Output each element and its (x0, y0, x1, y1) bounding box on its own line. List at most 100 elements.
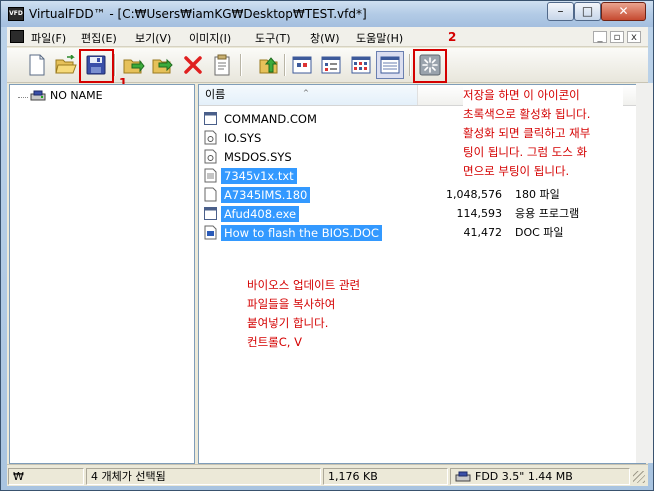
details-view-icon (380, 56, 400, 74)
note-line: 파일들을 복사하여 (247, 297, 336, 311)
floppy-drive-icon (455, 471, 471, 482)
properties-icon (214, 54, 230, 76)
up-folder-icon (259, 57, 278, 74)
system-file-icon (204, 149, 217, 164)
column-header-name[interactable]: ^ 이름 (199, 85, 418, 105)
files-instruction-note: 바이오스 업데이트 관련 파일들을 복사하여 붙여넣기 합니다. 컨트롤C, V (247, 276, 360, 352)
note-line: 바이오스 업데이트 관련 (247, 278, 361, 292)
file-row[interactable]: A7345IMS.180 1,048,576 180 파일 (202, 185, 642, 204)
note-line: 초록색으로 활성화 됩니다. (463, 107, 591, 121)
toolbar-separator (284, 54, 286, 76)
column-header-name-label: 이름 (205, 88, 226, 101)
mdi-minimize-button[interactable]: _ (593, 31, 607, 43)
exe-file-icon (204, 111, 217, 126)
status-currency: ₩ (8, 468, 84, 485)
file-name: Afud408.exe (221, 206, 300, 222)
menu-tools[interactable]: 도구(T) (255, 30, 291, 46)
delete-button[interactable] (179, 51, 207, 79)
note-line: 면으로 부팅이 됩니다. (463, 164, 570, 178)
up-folder-button[interactable] (256, 51, 284, 79)
new-button[interactable] (23, 51, 51, 79)
note-line: 활성화 되면 클릭하고 재부 (463, 126, 591, 140)
document-icon[interactable] (10, 30, 24, 43)
exe-file-icon (204, 206, 217, 221)
new-file-icon (29, 54, 45, 76)
status-drive: FDD 3.5" 1.44 MB (450, 468, 630, 485)
file-name: IO.SYS (224, 131, 262, 145)
file-type: 180 파일 (515, 188, 560, 201)
export-button[interactable] (149, 51, 177, 79)
folder-tree[interactable]: NO NAME (9, 84, 195, 464)
system-file-icon (204, 130, 217, 145)
import-icon (123, 59, 145, 74)
maximize-button[interactable]: □ (574, 2, 601, 21)
note-line: 컨트롤C, V (247, 335, 302, 349)
toolbar-separator (114, 54, 116, 76)
small-icons-view-button[interactable] (317, 51, 345, 79)
menu-help[interactable]: 도움말(H) (356, 30, 403, 46)
boot-highlight-box (413, 49, 447, 83)
open-folder-icon (55, 55, 77, 74)
open-button[interactable] (52, 51, 80, 79)
callout-number-2: 2 (448, 30, 457, 44)
file-name: COMMAND.COM (224, 112, 317, 126)
toolbar-separator (240, 54, 242, 76)
minimize-button[interactable]: – (547, 2, 574, 21)
tree-root-label: NO NAME (50, 88, 103, 102)
properties-button[interactable] (208, 51, 236, 79)
doc-file-icon (204, 225, 217, 240)
menu-edit[interactable]: 편집(E) (81, 30, 117, 46)
window-title: VirtualFDD™ - [C:₩Users₩iamKG₩Desktop₩TE… (29, 7, 367, 21)
floppy-drive-icon (30, 90, 46, 101)
file-size: 114,593 (456, 207, 503, 220)
resize-grip[interactable] (633, 471, 645, 483)
file-name: A7345IMS.180 (221, 187, 311, 203)
status-drive-label: FDD 3.5" 1.44 MB (475, 470, 573, 483)
sort-ascending-icon: ^ (303, 89, 309, 97)
file-name: How to flash the BIOS.DOC (221, 225, 382, 241)
close-button[interactable]: ✕ (601, 2, 646, 21)
generic-file-icon (204, 187, 217, 202)
large-icons-view-icon (292, 56, 312, 74)
export-icon (152, 58, 173, 74)
file-name: MSDOS.SYS (224, 150, 292, 164)
import-button[interactable] (120, 51, 148, 79)
menu-window[interactable]: 창(W) (310, 30, 340, 46)
menu-file[interactable]: 파일(F) (31, 30, 66, 46)
details-view-button[interactable] (376, 51, 404, 79)
file-type: DOC 파일 (515, 226, 564, 239)
tree-connector (18, 97, 28, 98)
note-line: 붙여넣기 합니다. (247, 316, 329, 330)
toolbar-separator (409, 54, 411, 76)
title-bar[interactable]: VFD VirtualFDD™ - [C:₩Users₩iamKG₩Deskto… (1, 1, 653, 27)
note-line: 저장을 하면 이 아이콘이 (463, 88, 580, 102)
menu-view[interactable]: 보기(V) (135, 30, 171, 46)
mdi-restore-button[interactable]: ▫ (610, 31, 624, 43)
save-highlight-box (79, 49, 114, 83)
file-size: 1,048,576 (446, 188, 502, 201)
status-size: 1,176 KB (323, 468, 448, 485)
status-bar: ₩ 4 개체가 선택됨 1,176 KB FDD 3.5" 1.44 MB (7, 464, 648, 486)
list-view-icon (351, 56, 371, 74)
large-icons-view-button[interactable] (288, 51, 316, 79)
app-icon[interactable]: VFD (8, 7, 24, 21)
app-window: VFD VirtualFDD™ - [C:₩Users₩iamKG₩Deskto… (0, 0, 654, 491)
delete-icon (184, 56, 202, 74)
client-area: 파일(F) 편집(E) 보기(V) 이미지(I) 도구(T) 창(W) 도움말(… (7, 27, 653, 486)
file-type: 응용 프로그램 (515, 207, 580, 220)
tree-root-node[interactable]: NO NAME (30, 88, 103, 102)
file-row[interactable]: Afud408.exe 114,593 응용 프로그램 (202, 204, 642, 223)
menu-image[interactable]: 이미지(I) (189, 30, 231, 46)
vertical-scrollbar[interactable] (636, 83, 653, 463)
status-selection: 4 개체가 선택됨 (86, 468, 321, 485)
text-file-icon (204, 168, 217, 183)
menu-bar: 파일(F) 편집(E) 보기(V) 이미지(I) 도구(T) 창(W) 도움말(… (7, 27, 648, 47)
file-row[interactable]: How to flash the BIOS.DOC 41,472 DOC 파일 (202, 223, 642, 242)
list-view-button[interactable] (347, 51, 375, 79)
toolbar-instruction-note: 저장을 하면 이 아이콘이 초록색으로 활성화 됩니다. 활성화 되면 클릭하고… (463, 86, 623, 181)
mdi-close-button[interactable]: x (627, 31, 641, 43)
file-name: 7345v1x.txt (221, 168, 297, 184)
note-line: 팅이 됩니다. 그럼 도스 화 (463, 145, 588, 159)
file-size: 41,472 (463, 226, 503, 239)
small-icons-view-icon (321, 56, 341, 74)
